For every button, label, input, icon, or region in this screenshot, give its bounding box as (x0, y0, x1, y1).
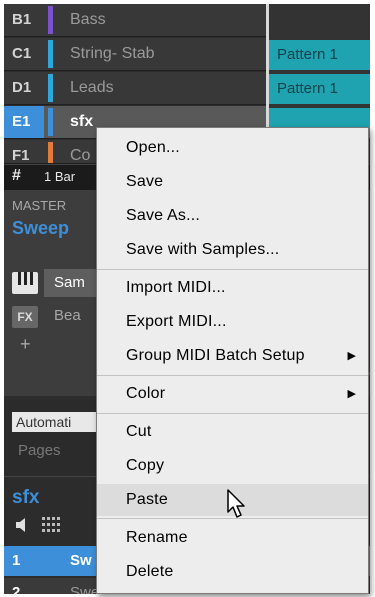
context-menu: Open... Save Save As... Save with Sample… (96, 127, 369, 594)
menu-item-label: Rename (126, 529, 188, 546)
group-id: D1 (12, 79, 32, 96)
submenu-arrow-icon: ▶ (347, 350, 356, 362)
pattern-clip[interactable]: Pattern 1 (269, 40, 370, 70)
menu-item-label: Open... (126, 139, 180, 156)
add-slot-plus-icon[interactable]: + (20, 334, 31, 355)
menu-item-delete[interactable]: Delete (97, 556, 368, 588)
menu-item-label: Save As... (126, 207, 201, 224)
menu-item-color[interactable]: Color ▶ (97, 378, 368, 410)
submenu-arrow-icon: ▶ (347, 388, 356, 400)
menu-item-label: Save (126, 173, 164, 190)
group-id: E1 (4, 106, 44, 138)
group-color-bar (48, 40, 53, 68)
menu-item-save-as[interactable]: Save As... (97, 200, 368, 232)
bar-length-label[interactable]: 1 Bar (44, 169, 75, 184)
fx-icon[interactable]: FX (12, 306, 38, 328)
menu-item-cut[interactable]: Cut (97, 416, 368, 448)
group-color-bar (48, 108, 53, 136)
group-name: sfx (70, 113, 94, 130)
master-label: MASTER (12, 198, 67, 213)
menu-item-label: Color (126, 385, 166, 402)
slot-sampler[interactable]: Sam (44, 269, 104, 297)
pattern-clip[interactable]: Pattern 1 (269, 74, 370, 104)
menu-item-label: Delete (126, 563, 174, 580)
group-color-bar (48, 142, 53, 163)
group-name: Co (70, 147, 91, 164)
menu-item-rename[interactable]: Rename (97, 522, 368, 554)
sound-name: Sw (70, 552, 92, 569)
menu-item-save-with-samples[interactable]: Save with Samples... (97, 234, 368, 266)
speaker-icon[interactable] (14, 517, 32, 533)
group-name: Leads (70, 79, 114, 96)
pad-grid-icon[interactable] (42, 517, 60, 533)
group-color-bar (48, 74, 53, 102)
group-title[interactable]: sfx (12, 487, 39, 509)
menu-item-copy[interactable]: Copy (97, 450, 368, 482)
menu-item-open[interactable]: Open... (97, 132, 368, 164)
group-id: C1 (12, 45, 32, 62)
group-row-c1[interactable]: C1 String- Stab (4, 38, 266, 71)
menu-item-label: Export MIDI... (126, 313, 227, 330)
group-row-d1[interactable]: D1 Leads (4, 72, 266, 105)
menu-item-save[interactable]: Save (97, 166, 368, 198)
menu-item-export-midi[interactable]: Export MIDI... (97, 306, 368, 338)
menu-item-group-midi-batch-setup[interactable]: Group MIDI Batch Setup ▶ (97, 340, 368, 372)
menu-separator (97, 413, 368, 414)
sound-name[interactable]: Sweep (12, 218, 69, 239)
menu-separator (97, 269, 368, 270)
menu-item-import-midi[interactable]: Import MIDI... (97, 272, 368, 304)
group-name: String- Stab (70, 45, 155, 62)
menu-item-label: Copy (126, 457, 165, 474)
sound-number: 1 (12, 552, 21, 569)
group-id: F1 (12, 147, 30, 164)
menu-item-label: Cut (126, 423, 152, 440)
menu-item-label: Group MIDI Batch Setup (126, 347, 305, 364)
piano-keys-icon[interactable] (12, 272, 38, 294)
pages-label: Pages (18, 442, 61, 459)
menu-item-label: Import MIDI... (126, 279, 226, 296)
group-name: Bass (70, 11, 106, 28)
sound-number: 2 (12, 584, 21, 594)
group-id: B1 (12, 11, 32, 28)
group-row-b1[interactable]: B1 Bass (4, 4, 266, 37)
menu-separator (97, 375, 368, 376)
group-color-bar (48, 6, 53, 34)
menu-item-label: Save with Samples... (126, 241, 280, 258)
mouse-pointer-icon (227, 489, 245, 518)
slot-beat[interactable]: Bea (44, 302, 104, 330)
grid-icon[interactable]: # (12, 167, 21, 185)
menu-item-label: Paste (126, 491, 168, 508)
automation-tab[interactable]: Automati (12, 412, 96, 432)
